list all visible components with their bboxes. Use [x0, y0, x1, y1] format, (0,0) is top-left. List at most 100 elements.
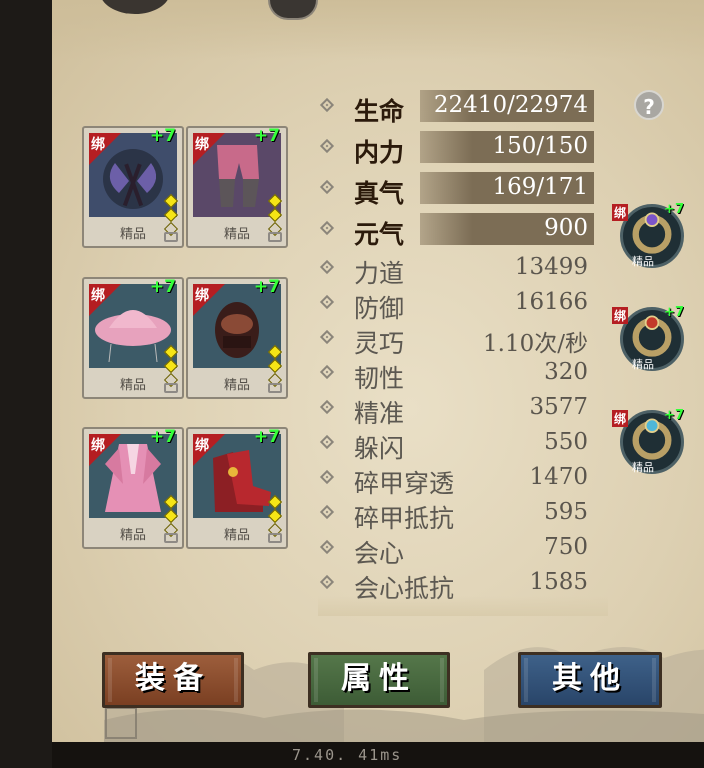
stat-row: 精准 3577 [319, 392, 594, 428]
stat-row: 元气 900 [319, 213, 594, 249]
stat-name: 内力 [354, 138, 405, 167]
enhance-level: +7 [253, 126, 280, 146]
diamond-bullet-icon [319, 539, 335, 555]
stat-value: 900 [544, 215, 588, 241]
lock-icon [268, 383, 282, 393]
diamond-bullet-icon [319, 504, 335, 520]
stat-value: 320 [544, 359, 588, 385]
stat-name: 生命 [354, 97, 405, 126]
diamond-bullet-icon [319, 574, 335, 590]
enhance-level: +7 [664, 408, 684, 423]
diamond-bullet-icon [319, 259, 335, 275]
stat-value: 1470 [529, 464, 588, 490]
enhance-level: +7 [664, 305, 684, 320]
tab-equipment-button[interactable]: 装备 [102, 652, 244, 708]
stat-value: 16166 [514, 289, 588, 315]
help-question-icon[interactable]: ? [634, 90, 664, 120]
diamond-bullet-icon [319, 138, 335, 154]
stat-name: 碎甲抵抗 [354, 504, 455, 533]
diamond-bullet-icon [319, 179, 335, 195]
lock-icon [164, 232, 178, 242]
bind-label: 绑 [91, 137, 105, 153]
equipment-slot-head[interactable]: 绑 +7 精品 [82, 277, 184, 399]
item-quality-label: 精品 [632, 255, 654, 268]
tab-attributes-button[interactable]: 属性 [308, 652, 450, 708]
bind-label: 绑 [195, 288, 209, 304]
lock-icon [164, 383, 178, 393]
enhance-level: +7 [149, 277, 176, 297]
accessory-slot-ring-1[interactable]: 绑 +7 精品 [612, 202, 684, 274]
bind-label: 绑 [612, 410, 629, 427]
stat-row: 碎甲穿透 1470 [319, 462, 594, 498]
diamond-bullet-icon [319, 220, 335, 236]
equipment-slot-weapon[interactable]: 绑 +7 精品 [82, 126, 184, 248]
stat-name: 会心 [354, 539, 405, 568]
bind-label: 绑 [195, 137, 209, 153]
stat-name: 真气 [354, 179, 405, 208]
stat-value: 550 [544, 429, 588, 455]
accessory-slot-bracelet[interactable]: 绑 +7 精品 [612, 408, 684, 480]
equipment-slot-wrist[interactable]: 绑 +7 精品 [186, 277, 288, 399]
bind-tag-icon: 绑 [193, 284, 225, 316]
equipment-slot-feet[interactable]: 绑 +7 精品 [186, 427, 288, 549]
stat-name: 躲闪 [354, 434, 405, 463]
stat-name: 韧性 [354, 364, 405, 393]
diamond-bullet-icon [319, 399, 335, 415]
bind-tag-icon: 绑 [89, 133, 121, 165]
diamond-bullet-icon [319, 469, 335, 485]
stat-row: 生命 22410/22974 [319, 90, 594, 126]
equipment-slot-body[interactable]: 绑 +7 精品 [82, 427, 184, 549]
item-quality-label: 精品 [632, 358, 654, 371]
stat-value: 13499 [514, 254, 588, 280]
stat-value: 3577 [529, 394, 588, 420]
stat-row: 躲闪 550 [319, 427, 594, 463]
diamond-bullet-icon [319, 434, 335, 450]
stats-scroll-fade [318, 596, 608, 616]
stat-row: 会心抵抗 1585 [319, 567, 594, 603]
diamond-bullet-icon [319, 364, 335, 380]
diamond-bullet-icon [319, 97, 335, 113]
bind-tag-icon: 绑 [193, 133, 225, 165]
stat-name: 元气 [354, 220, 405, 249]
stat-value: 595 [544, 499, 588, 525]
game-screen: ? 绑 +7 精品 绑 +7 精品 绑 +7 精品 绑 +7 精品 绑 +7 精品 绑 +7 精品 生命… [0, 0, 704, 768]
stat-row: 灵巧 1.10次/秒 [319, 322, 594, 358]
stat-name: 灵巧 [354, 329, 405, 358]
stat-row: 力道 13499 [319, 252, 594, 288]
stat-value: 169/171 [492, 174, 588, 200]
stat-name: 精准 [354, 399, 405, 428]
stat-name: 防御 [354, 294, 405, 323]
stat-row: 内力 150/150 [319, 131, 594, 167]
stat-value: 22410/22974 [433, 92, 588, 118]
stat-name: 碎甲穿透 [354, 469, 455, 498]
enhance-level: +7 [253, 277, 280, 297]
diamond-bullet-icon [319, 294, 335, 310]
bind-label: 绑 [612, 307, 629, 324]
enhance-level: +7 [149, 427, 176, 447]
stat-row: 会心 750 [319, 532, 594, 568]
bind-tag-icon: 绑 [89, 284, 121, 316]
stat-value: 150/150 [492, 133, 588, 159]
equipment-slot-legs[interactable]: 绑 +7 精品 [186, 126, 288, 248]
item-quality-label: 精品 [632, 461, 654, 474]
tab-other-button[interactable]: 其他 [518, 652, 662, 708]
lock-icon [268, 232, 282, 242]
stat-value: 750 [544, 534, 588, 560]
accessory-slot-ring-2[interactable]: 绑 +7 精品 [612, 305, 684, 377]
stat-row: 韧性 320 [319, 357, 594, 393]
stat-value: 1.10次/秒 [483, 331, 588, 357]
diamond-bullet-icon [319, 329, 335, 345]
bind-label: 绑 [612, 204, 629, 221]
stat-row: 碎甲抵抗 595 [319, 497, 594, 533]
stat-row: 防御 16166 [319, 287, 594, 323]
stat-value: 1585 [529, 569, 588, 595]
enhance-level: +7 [253, 427, 280, 447]
bind-tag-icon: 绑 [193, 434, 225, 466]
bind-label: 绑 [91, 288, 105, 304]
lock-icon [164, 533, 178, 543]
bind-tag-icon: 绑 [89, 434, 121, 466]
enhance-level: +7 [664, 202, 684, 217]
status-strip: 7.40. 41ms [52, 742, 704, 768]
stat-name: 力道 [354, 259, 405, 288]
lock-icon [268, 533, 282, 543]
